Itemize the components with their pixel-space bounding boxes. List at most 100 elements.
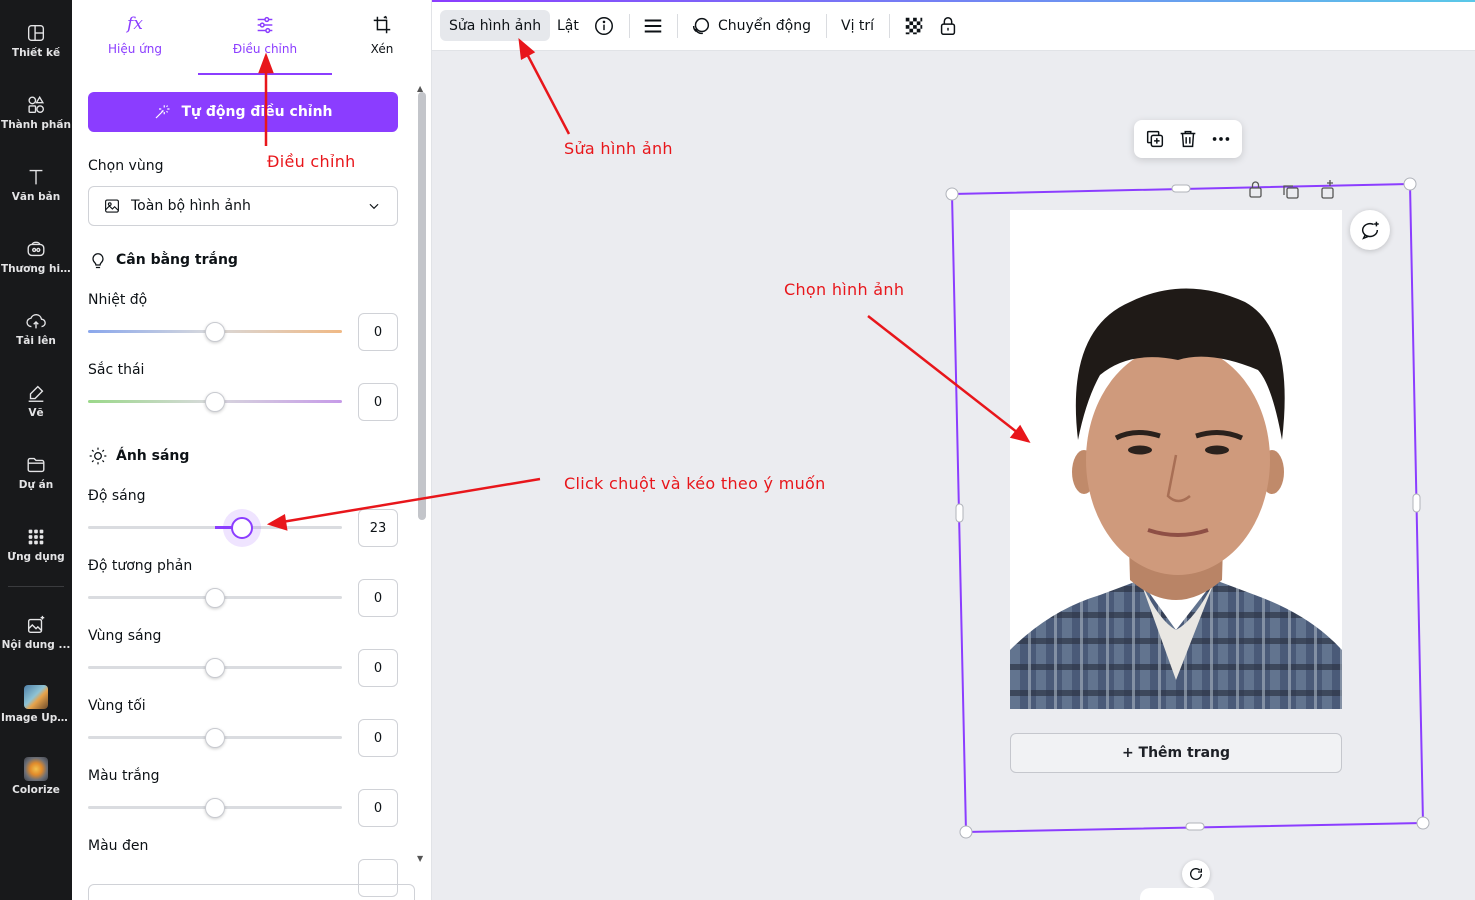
portrait-photo[interactable] [1010,210,1342,709]
tab-crop[interactable]: Xén [322,14,431,56]
resize-handle-top-right[interactable] [1403,177,1417,191]
auto-adjust-label: Tự động điều chỉnh [181,104,333,120]
highlights-slider-handle[interactable] [205,658,225,678]
tint-value[interactable]: 0 [358,383,398,421]
resize-handle-right[interactable] [1412,493,1421,513]
add-comment-button[interactable] [1350,210,1390,250]
shadows-slider-handle[interactable] [205,728,225,748]
annotation-drag: Click chuột và kéo theo ý muốn [564,474,826,493]
rail-label: Văn bản [11,190,61,203]
page-duplicate-icon[interactable] [1283,185,1299,199]
whites-slider-handle[interactable] [205,798,225,818]
rail-item-draw[interactable]: Vẽ [0,368,72,432]
rail-item-text[interactable]: Văn bản [0,152,72,216]
rail-item-uploads[interactable]: Tải lên [0,296,72,360]
rail-label: Image Ups... [1,711,71,724]
white-balance-heading: Cân bằng trắng [88,250,238,270]
rail-label: Tải lên [16,334,56,347]
section-title: Cân bằng trắng [116,252,238,268]
rail-item-projects[interactable]: Dự án [0,440,72,504]
auto-adjust-button[interactable]: Tự động điều chỉnh [88,92,398,132]
highlights-value[interactable]: 0 [358,649,398,687]
animate-button[interactable]: Chuyển động [690,10,811,41]
brightness-slider-handle[interactable] [231,517,253,539]
rail-label: Thiết kế [11,46,61,59]
resize-handle-bottom-right[interactable] [1416,816,1430,830]
add-page-label: + Thêm trang [1121,745,1231,761]
text-icon [29,169,43,184]
duplicate-icon [1146,130,1164,148]
tab-effects[interactable]: fx Hiệu ứng [75,14,195,56]
lock-button[interactable] [937,10,959,41]
rail-item-colorize[interactable]: Colorize [0,744,72,808]
flip-button[interactable]: Lật [557,10,579,41]
slider-label-tint: Sắc thái [88,362,145,378]
page-expand-tab[interactable] [1140,888,1214,900]
page-add-icon[interactable] [1321,180,1334,199]
light-heading: Ánh sáng [88,446,189,466]
info-icon [595,16,613,35]
border-style-button[interactable] [642,10,664,41]
whites-value[interactable]: 0 [358,789,398,827]
resize-handle-left[interactable] [955,503,964,523]
delete-button[interactable] [1177,128,1199,150]
more-options-button[interactable] [1210,128,1232,150]
resize-handle-bottom-left[interactable] [959,825,973,839]
chevron-down-icon [369,203,379,210]
resize-handle-top[interactable] [1171,184,1191,193]
fx-icon: fx [127,14,143,34]
slider-label-contrast: Độ tương phản [88,558,193,574]
rail-item-design[interactable]: Thiết kế [0,8,72,72]
contrast-value[interactable]: 0 [358,579,398,617]
temperature-value[interactable]: 0 [358,313,398,351]
brightness-value[interactable]: 23 [358,509,398,547]
rail-divider [8,586,64,587]
comment-plus-icon [1361,221,1379,240]
rail-item-image-upscaler[interactable]: Image Ups... [0,672,72,736]
position-button[interactable]: Vị trí [841,10,874,41]
tint-slider-handle[interactable] [205,392,225,412]
panel-scrollbar[interactable]: ▲ ▼ [415,84,427,866]
rail-label: Nội dung ... [1,638,71,651]
rail-item-apps[interactable]: Ứng dụng [0,512,72,576]
lock-icon [940,16,956,35]
edit-image-button[interactable]: Sửa hình ảnh [440,10,551,41]
folder-icon [27,457,45,472]
shadows-value[interactable]: 0 [358,719,398,757]
slider-label-temperature: Nhiệt độ [88,292,148,308]
resize-handle-bottom[interactable] [1185,822,1205,831]
design-page[interactable] [1010,210,1342,709]
page-lock-icon[interactable] [1249,181,1262,198]
rail-item-elements[interactable]: Thành phần [0,80,72,144]
rail-item-magic-media[interactable]: Nội dung ... [0,600,72,664]
active-tab-indicator [198,73,332,75]
select-area-dropdown[interactable]: Toàn bộ hình ảnh [88,186,398,226]
rail-label: Vẽ [28,406,44,419]
temperature-slider-handle[interactable] [205,322,225,342]
reset-adjustments-button[interactable] [88,884,415,900]
add-page-button[interactable]: + Thêm trang [1010,733,1342,773]
rotate-button[interactable] [1182,860,1210,888]
duplicate-button[interactable] [1144,128,1166,150]
scrollbar-thumb[interactable] [418,92,426,520]
shapes-icon [28,95,45,113]
edit-image-label: Sửa hình ảnh [449,17,542,34]
tab-label: Hiệu ứng [108,42,162,56]
annotation-select-image: Chọn hình ảnh [784,280,905,299]
rail-item-brand[interactable]: Thương hi... [0,224,72,288]
annotation-arrow-select-image [867,315,1019,434]
contrast-slider-handle[interactable] [205,588,225,608]
toolbar-divider [677,14,678,38]
magic-wand-icon [156,105,170,119]
scroll-down-arrow-icon[interactable]: ▼ [417,854,423,863]
animate-icon [692,17,710,34]
transparency-button[interactable] [903,10,925,41]
cloud-upload-icon [26,313,46,328]
tab-adjust[interactable]: Điều chỉnh [205,14,325,56]
lightbulb-icon [92,253,104,269]
sun-icon [89,447,107,465]
left-rail: Thiết kế Thành phần Văn bản Thương hi...… [0,0,72,900]
resize-handle-top-left[interactable] [945,187,959,201]
slider-label-brightness: Độ sáng [88,488,146,504]
info-button[interactable] [593,10,615,41]
